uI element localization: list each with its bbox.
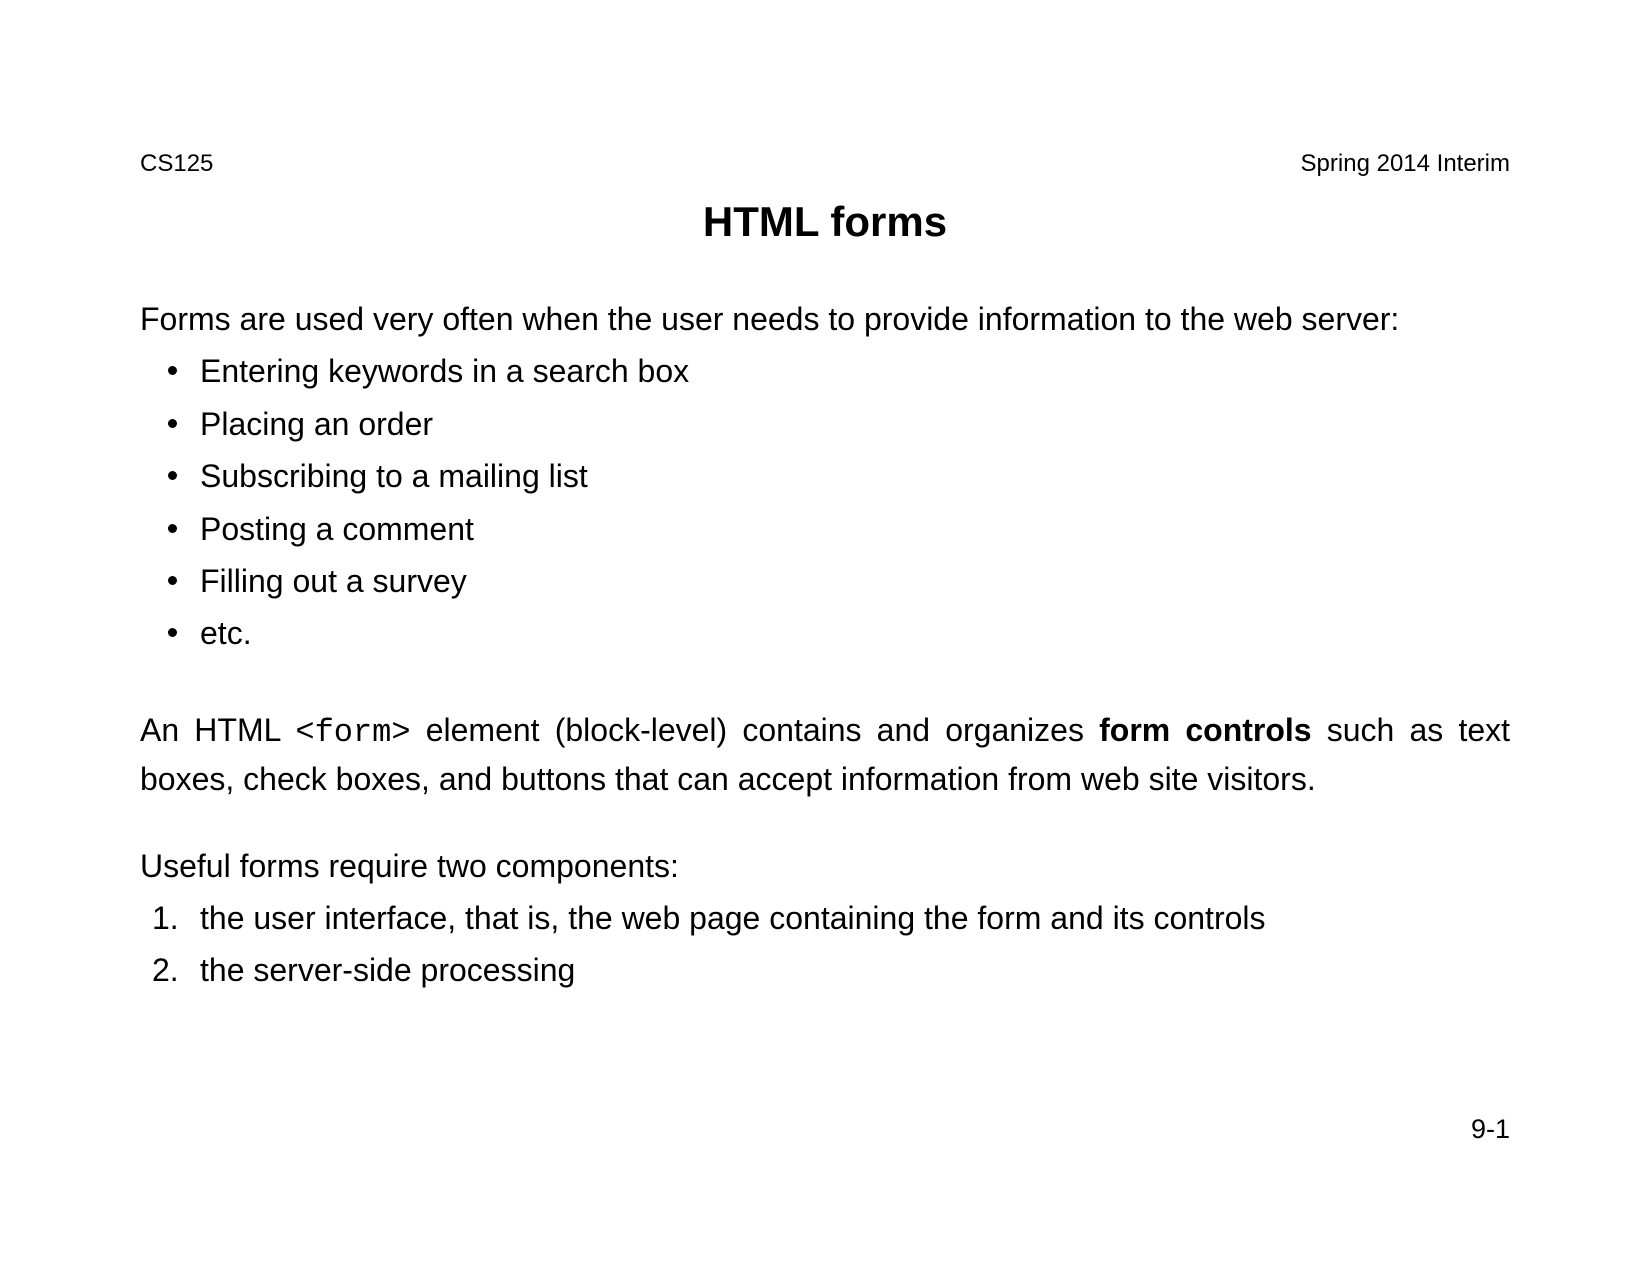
page-title: HTML forms xyxy=(140,198,1510,246)
list-item: Filling out a survey xyxy=(140,558,1510,604)
header-row: CS125 Spring 2014 Interim xyxy=(140,150,1510,178)
slide-page: CS125 Spring 2014 Interim HTML forms For… xyxy=(0,0,1650,1275)
text-fragment: element (block-level) contains and organ… xyxy=(411,712,1100,748)
list-item: Subscribing to a mailing list xyxy=(140,453,1510,499)
intro-text: Forms are used very often when the user … xyxy=(140,296,1510,342)
list-item: Placing an order xyxy=(140,401,1510,447)
list-item: the server-side processing xyxy=(140,947,1510,993)
list-item: Entering keywords in a search box xyxy=(140,348,1510,394)
components-intro: Useful forms require two components: xyxy=(140,843,1510,889)
list-item: the user interface, that is, the web pag… xyxy=(140,895,1510,941)
course-code: CS125 xyxy=(140,150,213,178)
bold-form-controls: form controls xyxy=(1099,712,1312,748)
term-label: Spring 2014 Interim xyxy=(1301,150,1510,178)
list-item: Posting a comment xyxy=(140,506,1510,552)
text-fragment: An HTML xyxy=(140,712,295,748)
code-form-tag: <form> xyxy=(295,714,410,751)
page-number: 9-1 xyxy=(1471,1114,1510,1145)
list-item: etc. xyxy=(140,610,1510,656)
numbered-list: the user interface, that is, the web pag… xyxy=(140,895,1510,994)
bullet-list: Entering keywords in a search box Placin… xyxy=(140,348,1510,656)
form-element-paragraph: An HTML <form> element (block-level) con… xyxy=(140,707,1510,803)
